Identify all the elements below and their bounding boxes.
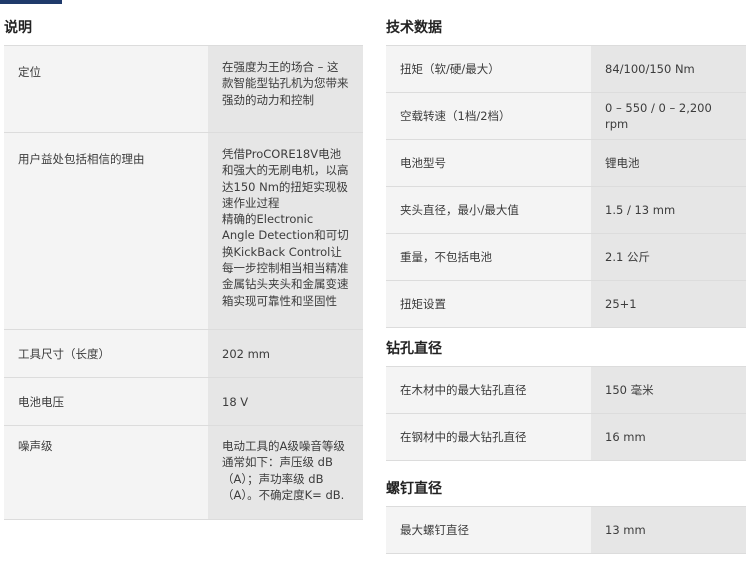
description-table: 定位 在强度为王的场合 – 这款智能型钻孔机为您带来强劲的动力和控制 用户益处包…	[4, 45, 363, 520]
table-row: 电池电压 18 V	[4, 378, 363, 426]
row-label: 工具尺寸（长度）	[4, 330, 208, 377]
row-label: 电池电压	[4, 378, 208, 425]
row-value: 18 V	[208, 378, 363, 425]
row-label: 在钢材中的最大钻孔直径	[386, 414, 591, 460]
row-value: 16 mm	[591, 414, 746, 460]
row-label: 电池型号	[386, 140, 591, 186]
specs-column: 技术数据 扭矩（软/硬/最大） 84/100/150 Nm 空载转速（1档/2档…	[386, 0, 746, 554]
row-value: 25+1	[591, 281, 746, 327]
row-value: 凭借ProCORE18V电池和强大的无刷电机，以高达150 Nm的扭矩实现极速作…	[208, 133, 363, 329]
row-label: 噪声级	[4, 426, 208, 519]
row-label: 最大螺钉直径	[386, 507, 591, 553]
table-row: 用户益处包括相信的理由 凭借ProCORE18V电池和强大的无刷电机，以高达15…	[4, 133, 363, 330]
row-label: 空载转速（1档/2档）	[386, 93, 591, 139]
table-row: 重量，不包括电池 2.1 公斤	[386, 234, 746, 281]
table-row: 夹头直径，最小/最大值 1.5 / 13 mm	[386, 187, 746, 234]
row-label: 在木材中的最大钻孔直径	[386, 367, 591, 413]
row-value: 13 mm	[591, 507, 746, 553]
row-value: 在强度为王的场合 – 这款智能型钻孔机为您带来强劲的动力和控制	[208, 46, 363, 132]
table-row: 扭矩（软/硬/最大） 84/100/150 Nm	[386, 46, 746, 93]
row-label: 扭矩设置	[386, 281, 591, 327]
row-value: 84/100/150 Nm	[591, 46, 746, 92]
drill-table: 在木材中的最大钻孔直径 150 毫米 在钢材中的最大钻孔直径 16 mm	[386, 366, 746, 461]
row-label: 用户益处包括相信的理由	[4, 133, 208, 329]
screw-heading: 螺钉直径	[386, 481, 442, 497]
table-row: 在钢材中的最大钻孔直径 16 mm	[386, 414, 746, 461]
row-label: 定位	[4, 46, 208, 132]
tech-heading: 技术数据	[386, 19, 442, 36]
table-row: 噪声级 电动工具的A级噪音等级通常如下：声压级 dB（A）；声功率级 dB（A）…	[4, 426, 363, 520]
row-value: 2.1 公斤	[591, 234, 746, 280]
row-value: 1.5 / 13 mm	[591, 187, 746, 233]
row-value: 150 毫米	[591, 367, 746, 413]
drill-heading: 钻孔直径	[386, 341, 442, 357]
row-value: 锂电池	[591, 140, 746, 186]
description-heading: 说明	[4, 19, 32, 36]
table-row: 最大螺钉直径 13 mm	[386, 507, 746, 554]
row-value: 0 – 550 / 0 – 2,200 rpm	[591, 93, 746, 139]
table-row: 工具尺寸（长度） 202 mm	[4, 330, 363, 378]
row-value: 202 mm	[208, 330, 363, 377]
description-section: 说明 定位 在强度为王的场合 – 这款智能型钻孔机为您带来强劲的动力和控制 用户…	[4, 0, 363, 520]
table-row: 定位 在强度为王的场合 – 这款智能型钻孔机为您带来强劲的动力和控制	[4, 46, 363, 133]
screw-table: 最大螺钉直径 13 mm	[386, 506, 746, 554]
table-row: 空载转速（1档/2档） 0 – 550 / 0 – 2,200 rpm	[386, 93, 746, 140]
table-row: 扭矩设置 25+1	[386, 281, 746, 328]
row-value: 电动工具的A级噪音等级通常如下：声压级 dB（A）；声功率级 dB（A）。不确定…	[208, 426, 363, 519]
row-label: 扭矩（软/硬/最大）	[386, 46, 591, 92]
tech-table: 扭矩（软/硬/最大） 84/100/150 Nm 空载转速（1档/2档） 0 –…	[386, 45, 746, 328]
row-label: 重量，不包括电池	[386, 234, 591, 280]
table-row: 在木材中的最大钻孔直径 150 毫米	[386, 367, 746, 414]
row-label: 夹头直径，最小/最大值	[386, 187, 591, 233]
table-row: 电池型号 锂电池	[386, 140, 746, 187]
